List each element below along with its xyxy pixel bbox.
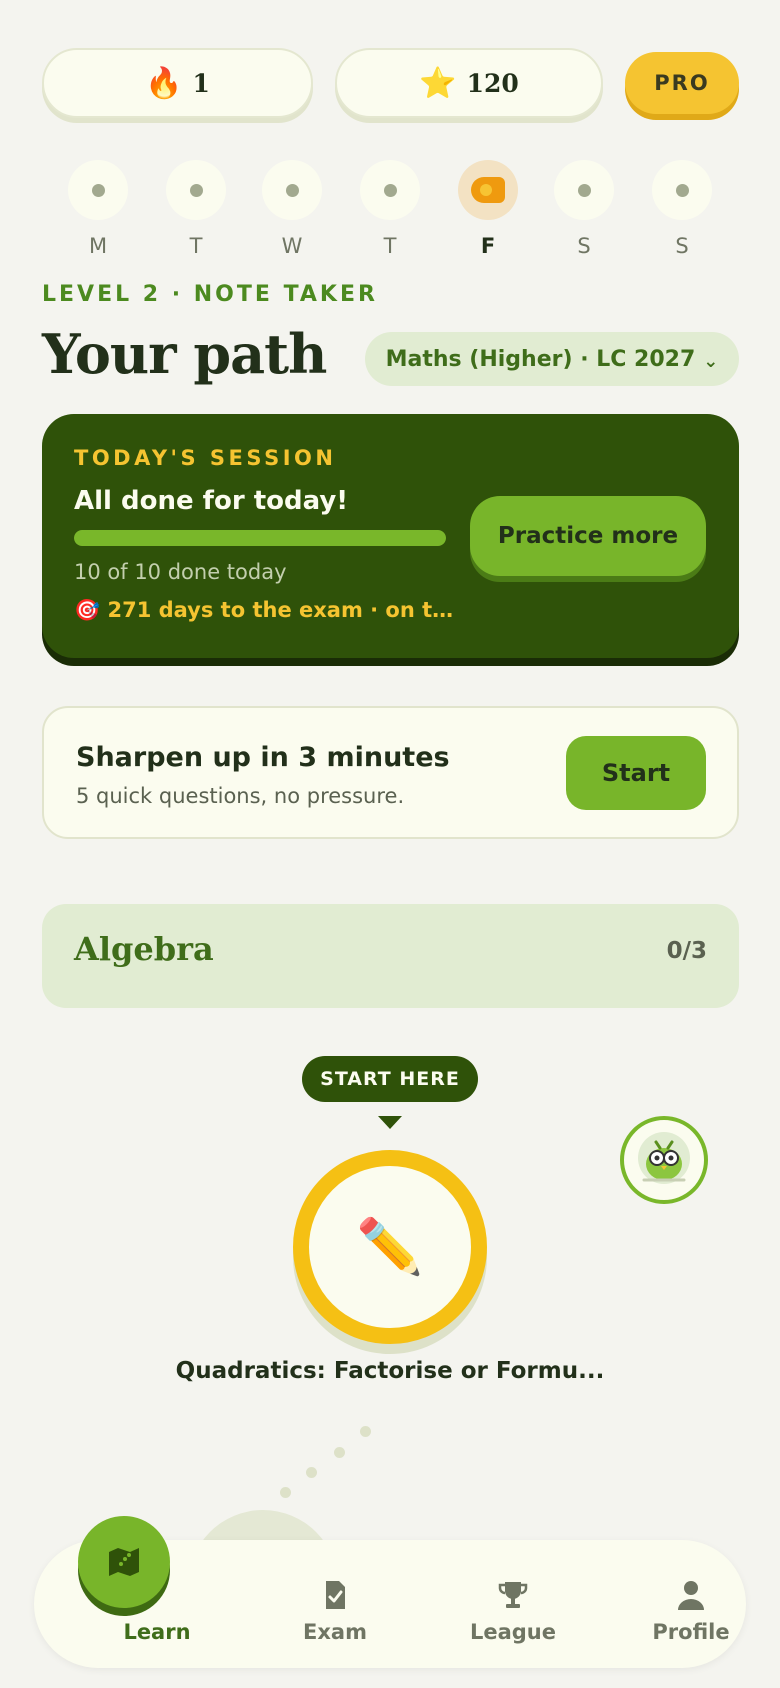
owl-mascot-icon bbox=[638, 1132, 690, 1184]
sharpen-subtitle: 5 quick questions, no pressure. bbox=[76, 784, 405, 808]
day-label: T bbox=[189, 234, 203, 258]
nav-label: Profile bbox=[652, 1620, 730, 1644]
nav-league[interactable]: League bbox=[428, 1540, 598, 1668]
unit-header[interactable]: Algebra 0/3 bbox=[42, 904, 739, 1008]
day-dot bbox=[577, 183, 591, 197]
page-title: Your path bbox=[42, 322, 327, 386]
start-here-tooltip: START HERE bbox=[302, 1056, 478, 1102]
session-progress-fill bbox=[74, 530, 446, 546]
session-progress-bar bbox=[74, 530, 446, 546]
path-dot bbox=[280, 1487, 291, 1498]
week-day-sat: S bbox=[554, 160, 614, 258]
week-day-tue: T bbox=[166, 160, 226, 258]
nav-label: Learn bbox=[123, 1620, 191, 1644]
chevron-down-icon: ⌄ bbox=[703, 350, 719, 372]
sharpen-card: Sharpen up in 3 minutes 5 quick question… bbox=[42, 706, 739, 839]
xp-pill[interactable]: ⭐ 120 bbox=[335, 48, 603, 118]
fire-icon: 🔥 bbox=[145, 65, 183, 101]
xp-count: 120 bbox=[466, 68, 519, 98]
practice-more-button[interactable]: Practice more bbox=[470, 496, 706, 576]
nav-label: Exam bbox=[303, 1620, 367, 1644]
pro-button[interactable]: PRO bbox=[625, 52, 739, 114]
trophy-icon bbox=[498, 1582, 528, 1608]
day-label: S bbox=[577, 234, 591, 258]
sharpen-title: Sharpen up in 3 minutes bbox=[76, 742, 450, 773]
streak-pill[interactable]: 🔥 1 bbox=[42, 48, 313, 118]
day-label: W bbox=[281, 234, 303, 258]
exam-countdown-text: 271 days to the exam · on trac... bbox=[107, 598, 454, 622]
day-label: F bbox=[480, 234, 496, 258]
lesson-title: Quadratics: Factorise or Formu... bbox=[175, 1358, 605, 1384]
person-icon bbox=[678, 1581, 704, 1610]
week-day-mon: M bbox=[68, 160, 128, 258]
unit-progress: 0/3 bbox=[666, 938, 707, 964]
day-label: S bbox=[675, 234, 689, 258]
path-dot bbox=[360, 1426, 371, 1437]
day-dot bbox=[189, 183, 203, 197]
nav-profile[interactable]: Profile bbox=[606, 1540, 776, 1668]
week-day-sun: S bbox=[652, 160, 712, 258]
learn-active-bubble[interactable] bbox=[78, 1516, 170, 1608]
path-dot bbox=[334, 1447, 345, 1458]
star-icon: ⭐ bbox=[419, 65, 457, 101]
exam-check-icon bbox=[326, 1581, 345, 1609]
day-dot bbox=[285, 183, 299, 197]
tooltip-arrow bbox=[378, 1116, 402, 1129]
day-dot bbox=[91, 183, 105, 197]
level-label: LEVEL 2 · NOTE TAKER bbox=[42, 282, 378, 307]
session-title: All done for today! bbox=[74, 486, 349, 516]
unit-name: Algebra bbox=[74, 930, 214, 968]
week-day-thu: T bbox=[360, 160, 420, 258]
week-day-wed: W bbox=[262, 160, 322, 258]
day-dot bbox=[383, 183, 397, 197]
streak-count: 1 bbox=[192, 68, 210, 98]
todays-session-card: TODAY'S SESSION All done for today! 10 o… bbox=[42, 414, 739, 658]
path-dot bbox=[306, 1467, 317, 1478]
nav-exam[interactable]: Exam bbox=[250, 1540, 420, 1668]
session-kicker: TODAY'S SESSION bbox=[74, 446, 337, 470]
lesson-node[interactable]: ✏️ bbox=[293, 1150, 487, 1344]
nav-label: League bbox=[469, 1620, 557, 1644]
week-day-fri: F bbox=[458, 160, 518, 258]
day-dot bbox=[675, 183, 689, 197]
course-label: Maths (Higher) · LC 2027 bbox=[385, 346, 696, 372]
pencil-icon: ✏️ bbox=[356, 1215, 424, 1278]
target-icon: 🎯 bbox=[74, 598, 101, 622]
course-selector[interactable]: Maths (Higher) · LC 2027 ⌄ bbox=[365, 332, 739, 386]
day-label: M bbox=[88, 234, 108, 258]
session-count: 10 of 10 done today bbox=[74, 560, 287, 584]
map-icon bbox=[109, 1548, 139, 1576]
mascot-button[interactable] bbox=[620, 1116, 708, 1204]
start-button[interactable]: Start bbox=[566, 736, 706, 810]
exam-countdown: 🎯 271 days to the exam · on trac... bbox=[74, 598, 454, 623]
streak-flame-icon bbox=[471, 177, 505, 203]
day-label: T bbox=[383, 234, 397, 258]
